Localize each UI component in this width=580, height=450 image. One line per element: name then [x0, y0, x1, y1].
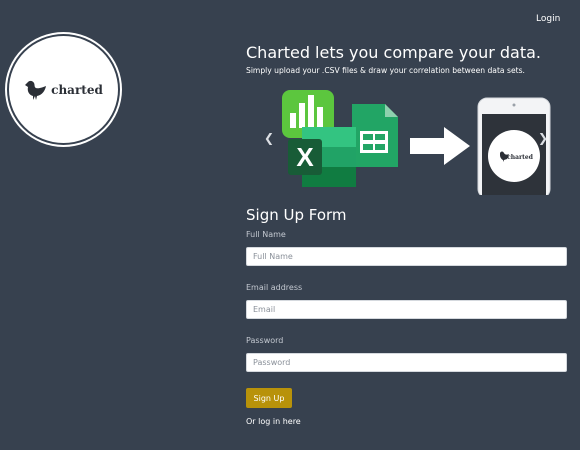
carousel-illustration: X charted	[282, 90, 551, 199]
email-label: Email address	[246, 283, 303, 292]
phone-brand-text: charted	[507, 154, 534, 161]
logo-badge: charted	[9, 36, 118, 143]
phone-mockup: charted	[477, 97, 551, 199]
email-input[interactable]	[246, 300, 567, 319]
form-title: Sign Up Form	[246, 206, 347, 224]
arrow-right-icon	[410, 127, 470, 165]
excel-letter: X	[296, 142, 314, 172]
brand-name: charted	[51, 82, 103, 97]
chevron-right-icon[interactable]: ❯	[538, 131, 548, 145]
full-name-input[interactable]	[246, 247, 567, 266]
hero-subline: Simply upload your .CSV files & draw you…	[246, 66, 525, 75]
password-input[interactable]	[246, 353, 567, 372]
hero-headline: Charted lets you compare your data.	[246, 43, 541, 62]
bird-icon	[25, 80, 47, 100]
chevron-left-icon[interactable]: ❮	[264, 131, 274, 145]
password-label: Password	[246, 336, 284, 345]
nav-login-link[interactable]: Login	[536, 14, 560, 24]
login-here-link[interactable]: Or log in here	[246, 417, 301, 426]
brand-logo: charted	[5, 32, 122, 147]
full-name-label: Full Name	[246, 230, 286, 239]
feature-carousel: X charted ❮ ❯	[258, 89, 554, 199]
sheets-app-icon	[352, 104, 398, 167]
sign-up-button[interactable]: Sign Up	[246, 388, 292, 408]
